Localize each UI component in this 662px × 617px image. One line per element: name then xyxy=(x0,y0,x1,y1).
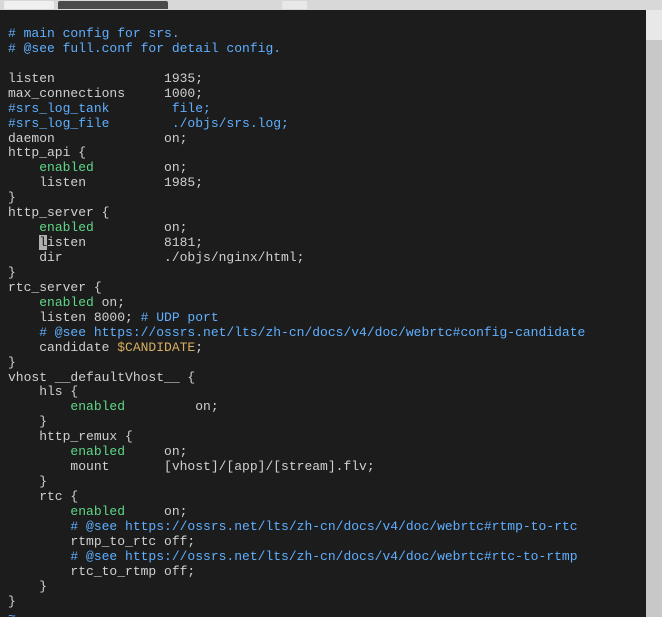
code-line: listen 8000; # UDP port xyxy=(8,311,654,326)
code-line: #srs_log_tank file; xyxy=(8,102,654,117)
code-line: enabled on; xyxy=(8,400,654,415)
code-line: hls { xyxy=(8,385,654,400)
code-line: } xyxy=(8,595,654,610)
tab-active[interactable] xyxy=(58,1,168,9)
code-line: enabled on; xyxy=(8,221,654,236)
code-line: mount [vhost]/[app]/[stream].flv; xyxy=(8,460,654,475)
code-line: daemon on; xyxy=(8,132,654,147)
code-line: } xyxy=(8,415,654,430)
tab-inactive[interactable] xyxy=(4,1,54,9)
code-line: enabled on; xyxy=(8,296,654,311)
code-line: listen 8181; xyxy=(8,236,654,251)
code-line: enabled on; xyxy=(8,161,654,176)
code-line: listen 1935; xyxy=(8,72,654,87)
scroll-thumb[interactable] xyxy=(646,40,662,617)
code-line: enabled on; xyxy=(8,505,654,520)
code-line: } xyxy=(8,475,654,490)
code-line: listen 1985; xyxy=(8,176,654,191)
scrollbar[interactable] xyxy=(646,10,662,617)
code-line: } xyxy=(8,580,654,595)
tab-bar xyxy=(0,0,662,10)
code-line: max_connections 1000; xyxy=(8,87,654,102)
code-line: } xyxy=(8,266,654,281)
code-line: candidate $CANDIDATE; xyxy=(8,341,654,356)
code-editor[interactable]: # main config for srs.# @see full.conf f… xyxy=(0,10,662,617)
code-line: http_remux { xyxy=(8,430,654,445)
code-line: # @see https://ossrs.net/lts/zh-cn/docs/… xyxy=(8,550,654,565)
code-line: # main config for srs. xyxy=(8,27,654,42)
code-line: enabled on; xyxy=(8,445,654,460)
code-line: rtc { xyxy=(8,490,654,505)
code-line: #srs_log_file ./objs/srs.log; xyxy=(8,117,654,132)
code-line: # @see full.conf for detail config. xyxy=(8,42,654,57)
tab-small[interactable] xyxy=(282,1,307,9)
code-line: # @see https://ossrs.net/lts/zh-cn/docs/… xyxy=(8,326,654,341)
code-line: rtc_server { xyxy=(8,281,654,296)
code-line xyxy=(8,57,654,72)
code-line: rtmp_to_rtc off; xyxy=(8,535,654,550)
code-line: } xyxy=(8,356,654,371)
code-line: # @see https://ossrs.net/lts/zh-cn/docs/… xyxy=(8,520,654,535)
code-line: http_server { xyxy=(8,206,654,221)
code-line: http_api { xyxy=(8,146,654,161)
code-line: ~ xyxy=(8,610,654,617)
code-line: } xyxy=(8,191,654,206)
code-line: rtc_to_rtmp off; xyxy=(8,565,654,580)
code-line: vhost __defaultVhost__ { xyxy=(8,371,654,386)
code-line: dir ./objs/nginx/html; xyxy=(8,251,654,266)
